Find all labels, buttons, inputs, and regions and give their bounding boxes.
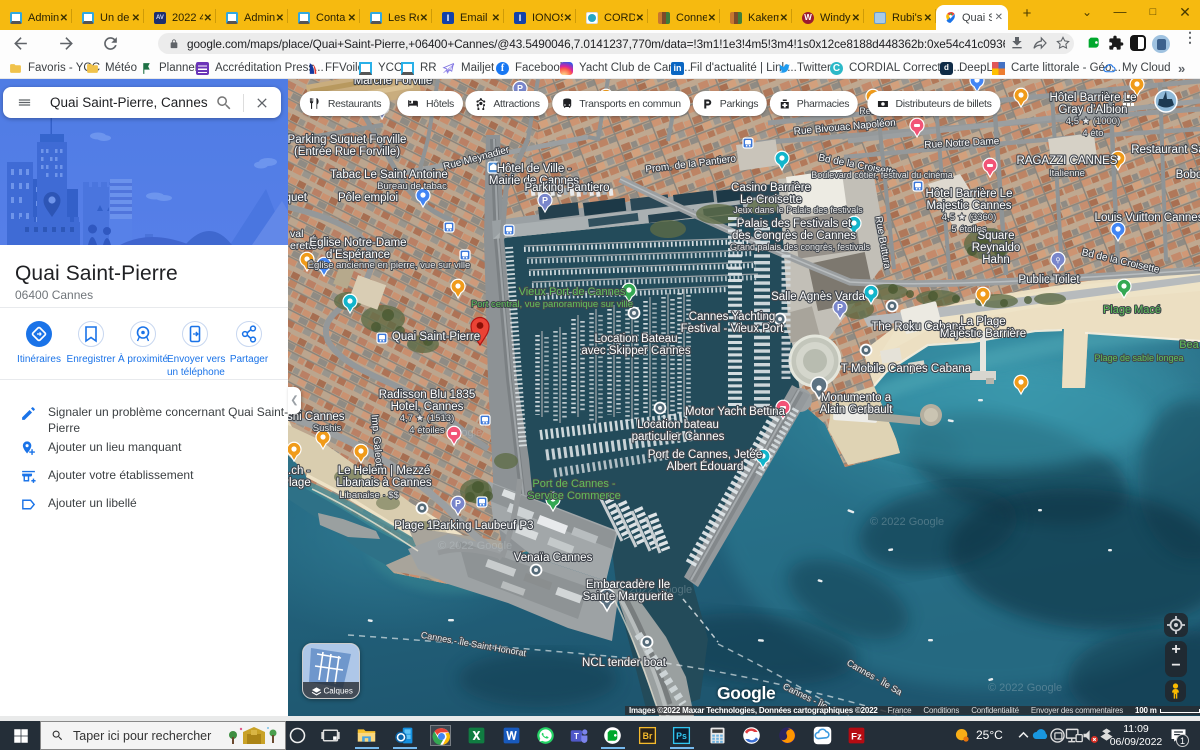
svg-text:Festival - Vieux Port: Festival - Vieux Port bbox=[681, 323, 784, 335]
svg-text:Radisson Blu 1835: Radisson Blu 1835 bbox=[379, 389, 476, 401]
svg-text:Pôle emploi: Pôle emploi bbox=[338, 192, 398, 204]
svg-text:des Congrès de Cannes: des Congrès de Cannes bbox=[732, 230, 856, 242]
svg-text:4 éto: 4 éto bbox=[1082, 128, 1103, 139]
svg-text:Bureau de tabac: Bureau de tabac bbox=[377, 181, 447, 192]
svg-text:Sainte Marguerite: Sainte Marguerite bbox=[583, 591, 674, 603]
svg-text:Port central, vue panoramique: Port central, vue panoramique sur ville bbox=[471, 299, 633, 310]
svg-text:P: P bbox=[837, 303, 843, 313]
svg-text:4,5 ★ (3360): 4,5 ★ (3360) bbox=[942, 212, 996, 223]
svg-text:Alain Gerbault: Alain Gerbault bbox=[820, 404, 894, 416]
svg-text:Église ancienne en pierre, vue: Église ancienne en pierre, vue sur ville bbox=[308, 260, 471, 271]
svg-text:© 2022 Google: © 2022 Google bbox=[988, 682, 1062, 694]
svg-text:Sushis: Sushis bbox=[313, 423, 342, 434]
svg-text:Casino Barrière: Casino Barrière bbox=[731, 182, 811, 194]
svg-text:Tabac Le Saint Antoine: Tabac Le Saint Antoine bbox=[330, 169, 448, 181]
svg-text:Majestic Barrière: Majestic Barrière bbox=[940, 328, 1026, 340]
svg-text:Majestic Cannes: Majestic Cannes bbox=[926, 200, 1011, 212]
svg-text:Louis Vuitton Cannes: Louis Vuitton Cannes bbox=[1095, 212, 1200, 224]
svg-text:Plage de sable longea: Plage de sable longea bbox=[1094, 353, 1183, 363]
svg-text:Libanais à Cannes: Libanais à Cannes bbox=[336, 477, 432, 489]
svg-text:Parking Pantiero: Parking Pantiero bbox=[524, 182, 609, 194]
svg-text:Parking Laubeuf P3: Parking Laubeuf P3 bbox=[432, 520, 533, 532]
svg-text:Hahn: Hahn bbox=[982, 254, 1010, 266]
svg-text:Albert Édouard: Albert Édouard bbox=[667, 460, 744, 473]
svg-text:val: val bbox=[290, 228, 303, 240]
svg-text:avec Skipper Cannes: avec Skipper Cannes bbox=[581, 345, 691, 357]
svg-text:⚲: ⚲ bbox=[1055, 257, 1060, 265]
svg-text:T: T bbox=[574, 732, 579, 741]
svg-text:Fz: Fz bbox=[851, 731, 862, 742]
svg-text:(Entrée Rue Forville): (Entrée Rue Forville) bbox=[294, 146, 400, 158]
svg-text:Palais des Festivals et: Palais des Festivals et bbox=[737, 218, 852, 230]
svg-text:Public Toilet: Public Toilet bbox=[1018, 274, 1080, 286]
svg-text:Plage Macé: Plage Macé bbox=[1103, 304, 1161, 316]
svg-text:P: P bbox=[455, 499, 461, 509]
svg-text:Location bateau: Location bateau bbox=[637, 419, 719, 431]
svg-text:T-Mobile Cannes Cabana: T-Mobile Cannes Cabana bbox=[841, 363, 972, 375]
svg-text:4,7 ★ (1513): 4,7 ★ (1513) bbox=[400, 413, 454, 424]
svg-text:4,5 ★ (1000): 4,5 ★ (1000) bbox=[1066, 116, 1120, 127]
svg-text:Libanaise · $$: Libanaise · $$ bbox=[339, 490, 399, 501]
svg-text:© 2022 Google: © 2022 Google bbox=[438, 540, 512, 552]
svg-text:Vieux Port de Cannes: Vieux Port de Cannes bbox=[519, 286, 626, 298]
svg-text:Port de Cannes -: Port de Cannes - bbox=[532, 478, 615, 490]
svg-text:Reynaldo: Reynaldo bbox=[972, 242, 1021, 254]
svg-text:Jeux dans le Palais des festiv: Jeux dans le Palais des festivals bbox=[733, 205, 863, 215]
svg-text:Embarcadère Ile: Embarcadère Ile bbox=[586, 579, 670, 591]
svg-text:Hôtel Barrière Le: Hôtel Barrière Le bbox=[926, 188, 1013, 200]
svg-text:Br: Br bbox=[643, 731, 653, 741]
svg-text:Restaurant Sa: Restaurant Sa bbox=[1131, 144, 1200, 156]
svg-text:NCL tender boat: NCL tender boat bbox=[582, 657, 667, 669]
svg-text:4 étoiles: 4 étoiles bbox=[409, 425, 445, 436]
svg-text:particulier Cannes: particulier Cannes bbox=[632, 431, 725, 443]
svg-text:Monumento a: Monumento a bbox=[821, 392, 892, 404]
svg-text:Salle Agnès Varda: Salle Agnès Varda bbox=[771, 291, 865, 303]
svg-text:Quai Saint-Pierre: Quai Saint-Pierre bbox=[392, 331, 480, 343]
svg-text:Marché Forville: Marché Forville bbox=[354, 79, 433, 87]
svg-text:Église Notre-Dame: Église Notre-Dame bbox=[309, 236, 406, 249]
svg-text:Hotel, Cannes: Hotel, Cannes bbox=[391, 401, 464, 413]
svg-text:Bea: Bea bbox=[1179, 339, 1199, 351]
svg-text:Motor Yacht Bettina: Motor Yacht Bettina bbox=[685, 406, 786, 418]
svg-text:Parking Suquet Forville: Parking Suquet Forville bbox=[288, 134, 406, 146]
svg-text:Port de Cannes, Jetée: Port de Cannes, Jetée bbox=[648, 449, 762, 461]
svg-text:© 2022 Google: © 2022 Google bbox=[870, 516, 944, 528]
svg-text:Cannes Yachting: Cannes Yachting bbox=[689, 311, 776, 323]
svg-text:Italienne: Italienne bbox=[1049, 168, 1085, 179]
svg-text:Hôtel de Ville -: Hôtel de Ville - bbox=[497, 163, 572, 175]
svg-text:RAGAZZI CANNES: RAGAZZI CANNES bbox=[1017, 155, 1118, 167]
svg-text:Square: Square bbox=[977, 230, 1014, 242]
svg-text:Grand palais des congrès, fest: Grand palais des congrès, festivals bbox=[730, 242, 871, 252]
svg-text:P: P bbox=[542, 196, 548, 206]
svg-text:La Plage: La Plage bbox=[960, 316, 1005, 328]
svg-text:Service Commerce: Service Commerce bbox=[527, 490, 621, 502]
svg-text:Calques: Calques bbox=[324, 687, 353, 696]
svg-text:Bobo: Bobo bbox=[1176, 169, 1200, 181]
svg-text:Le Helem | Mezzé: Le Helem | Mezzé bbox=[338, 465, 430, 477]
svg-text:...quet: ...quet bbox=[288, 192, 308, 204]
svg-text:Hôtel Barrière Le: Hôtel Barrière Le bbox=[1050, 92, 1137, 104]
svg-text:Gray d’Albion: Gray d’Albion bbox=[1058, 104, 1127, 116]
svg-text:Boulevard côtier, festival du: Boulevard côtier, festival du cinéma bbox=[811, 170, 953, 180]
svg-text:Venaïa Cannes: Venaïa Cannes bbox=[514, 552, 593, 564]
svg-text:Location Bateau: Location Bateau bbox=[594, 333, 677, 345]
svg-text:Ps: Ps bbox=[676, 731, 687, 741]
